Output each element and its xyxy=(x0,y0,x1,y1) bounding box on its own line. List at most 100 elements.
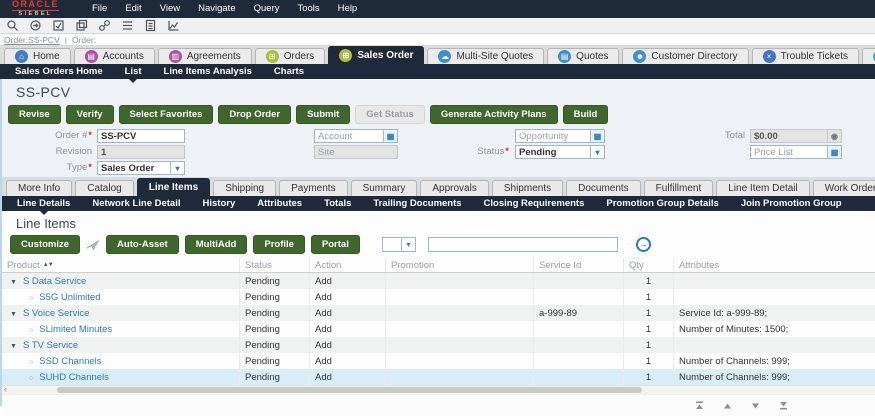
drop-order-button[interactable]: Drop Order xyxy=(218,105,292,124)
table-row-selected[interactable]: SUHD Channels Pending Add 1 Number of Ch… xyxy=(2,369,875,385)
pick-icon[interactable] xyxy=(590,130,604,142)
column-status[interactable]: Status xyxy=(240,258,310,272)
select-favorites-button[interactable]: Select Favorites xyxy=(118,105,214,124)
tab-catalog[interactable]: Catalog xyxy=(75,180,134,196)
chevron-down-icon[interactable] xyxy=(590,146,604,158)
tab-shipments[interactable]: Shipments xyxy=(491,180,564,196)
tab-sales-order[interactable]: ⊞ Sales Order xyxy=(328,46,425,64)
tab-accounts[interactable]: ▤ Accounts xyxy=(73,48,155,64)
tab-line-item-detail[interactable]: Line Item Detail xyxy=(716,180,810,196)
tab-approvals[interactable]: Approvals xyxy=(420,180,489,196)
previous-record-icon[interactable] xyxy=(722,401,733,410)
submit-button[interactable]: Submit xyxy=(296,105,351,124)
chevron-down-icon[interactable] xyxy=(400,238,415,251)
column-service-id[interactable]: Service Id xyxy=(534,258,624,272)
product-link[interactable]: SLimited Minutes xyxy=(39,324,112,335)
pin-icon[interactable] xyxy=(86,239,100,251)
verify-button[interactable]: Verify xyxy=(65,105,114,124)
tab-customer-directory[interactable]: ☻ Customer Directory xyxy=(622,48,749,64)
copy-icon[interactable] xyxy=(75,19,88,32)
column-attributes[interactable]: Attributes xyxy=(674,258,875,272)
profile-button[interactable]: Profile xyxy=(253,235,305,254)
tab-agreements[interactable]: ▥ Agreements xyxy=(157,48,252,64)
table-row[interactable]: SLimited Minutes Pending Add 1 Number of… xyxy=(2,321,875,337)
link-icon[interactable] xyxy=(98,19,111,32)
expand-icon[interactable] xyxy=(7,308,23,319)
auto-asset-button[interactable]: Auto-Asset xyxy=(106,235,179,254)
nav-promotion-group-details[interactable]: Promotion Group Details xyxy=(595,196,729,211)
multiadd-button[interactable]: MultiAdd xyxy=(184,235,248,254)
column-qty[interactable]: Qty xyxy=(624,258,674,272)
expand-icon[interactable] xyxy=(7,276,23,287)
horizontal-scrollbar[interactable]: ‹ xyxy=(2,384,875,394)
nav-line-details[interactable]: Line Details xyxy=(6,196,81,215)
table-row[interactable]: S5G Unlimited Pending Add 1 xyxy=(2,289,875,305)
table-row[interactable]: SSD Channels Pending Add 1 Number of Cha… xyxy=(2,353,875,369)
chart-icon[interactable] xyxy=(167,19,180,32)
breadcrumb-order-link[interactable]: Order:SS-PCV xyxy=(4,35,60,45)
nav-join-promotion-group[interactable]: Join Promotion Group xyxy=(730,196,853,211)
tab-shipping[interactable]: Shipping xyxy=(213,180,277,196)
status-dropdown[interactable]: Pending xyxy=(515,145,605,159)
nav-network-line-detail[interactable]: Network Line Detail xyxy=(81,196,191,211)
tab-documents[interactable]: Documents xyxy=(566,180,641,196)
tab-trouble-tickets[interactable]: × Trouble Tickets xyxy=(751,48,859,64)
scrollbar-thumb[interactable] xyxy=(57,387,642,393)
menu-edit[interactable]: Edit xyxy=(116,0,150,18)
column-action[interactable]: Action xyxy=(310,258,386,272)
menu-navigate[interactable]: Navigate xyxy=(189,0,245,18)
table-row[interactable]: S TV Service Pending Add 1 xyxy=(2,337,875,353)
product-link[interactable]: SSD Channels xyxy=(39,356,101,367)
menu-query[interactable]: Query xyxy=(245,0,289,18)
tab-payments[interactable]: Payments xyxy=(279,180,348,196)
first-record-icon[interactable] xyxy=(694,401,705,410)
opportunity-field[interactable]: Opportunity xyxy=(515,129,605,143)
sort-icons[interactable]: ▲▼ xyxy=(43,262,54,268)
nav-totals[interactable]: Totals xyxy=(313,196,362,211)
tab-orders[interactable]: ⊞ Orders xyxy=(254,48,326,64)
saved-query-icon[interactable] xyxy=(52,19,65,32)
menu-view[interactable]: View xyxy=(151,0,189,18)
nav-history[interactable]: History xyxy=(192,196,247,211)
eye-icon[interactable] xyxy=(827,130,841,142)
portal-button[interactable]: Portal xyxy=(310,235,360,254)
go-icon[interactable] xyxy=(29,19,42,32)
nav-sales-orders-home[interactable]: Sales Orders Home xyxy=(4,64,114,79)
scroll-left-icon[interactable]: ‹ xyxy=(4,384,7,394)
tab-multi-site-quotes[interactable]: ☁ Multi-Site Quotes xyxy=(427,48,545,64)
menu-tools[interactable]: Tools xyxy=(288,0,328,18)
query-field-dropdown[interactable] xyxy=(381,237,416,252)
expand-icon[interactable] xyxy=(7,340,23,351)
nav-trailing-documents[interactable]: Trailing Documents xyxy=(362,196,472,211)
last-record-icon[interactable] xyxy=(778,401,789,410)
menu-file[interactable]: File xyxy=(83,0,116,18)
product-link[interactable]: SUHD Channels xyxy=(39,372,109,383)
nav-list[interactable]: List xyxy=(114,64,153,83)
customize-button[interactable]: Customize xyxy=(10,235,81,254)
nav-attributes[interactable]: Attributes xyxy=(246,196,313,211)
tab-summary[interactable]: Summary xyxy=(350,180,418,196)
tab-overflow[interactable]: → xyxy=(862,48,875,64)
query-value-input[interactable] xyxy=(427,237,618,252)
list-icon[interactable] xyxy=(121,19,134,32)
product-link[interactable]: S5G Unlimited xyxy=(39,292,100,303)
column-product[interactable]: Product ▲▼ xyxy=(2,258,240,272)
table-row[interactable]: S Data Service Pending Add 1 xyxy=(2,273,875,289)
nav-charts[interactable]: Charts xyxy=(263,64,315,79)
generate-activity-plans-button[interactable]: Generate Activity Plans xyxy=(429,105,558,124)
order-number-field[interactable]: SS-PCV xyxy=(97,129,185,143)
report-icon[interactable] xyxy=(144,19,157,32)
column-promotion[interactable]: Promotion xyxy=(386,258,534,272)
search-icon[interactable] xyxy=(6,19,19,32)
tab-fulfillment[interactable]: Fulfillment xyxy=(643,180,714,196)
product-link[interactable]: S Data Service xyxy=(23,276,86,287)
build-button[interactable]: Build xyxy=(562,105,609,124)
tab-home[interactable]: ⌂ Home xyxy=(4,48,71,64)
tab-line-items[interactable]: Line Items xyxy=(136,178,211,196)
account-field[interactable]: Account xyxy=(314,129,398,143)
type-dropdown[interactable]: Sales Order xyxy=(97,161,185,175)
pick-icon[interactable] xyxy=(827,146,841,158)
tab-quotes[interactable]: ▤ Quotes xyxy=(547,48,620,64)
product-link[interactable]: S Voice Service xyxy=(23,308,90,319)
menu-help[interactable]: Help xyxy=(329,0,367,18)
